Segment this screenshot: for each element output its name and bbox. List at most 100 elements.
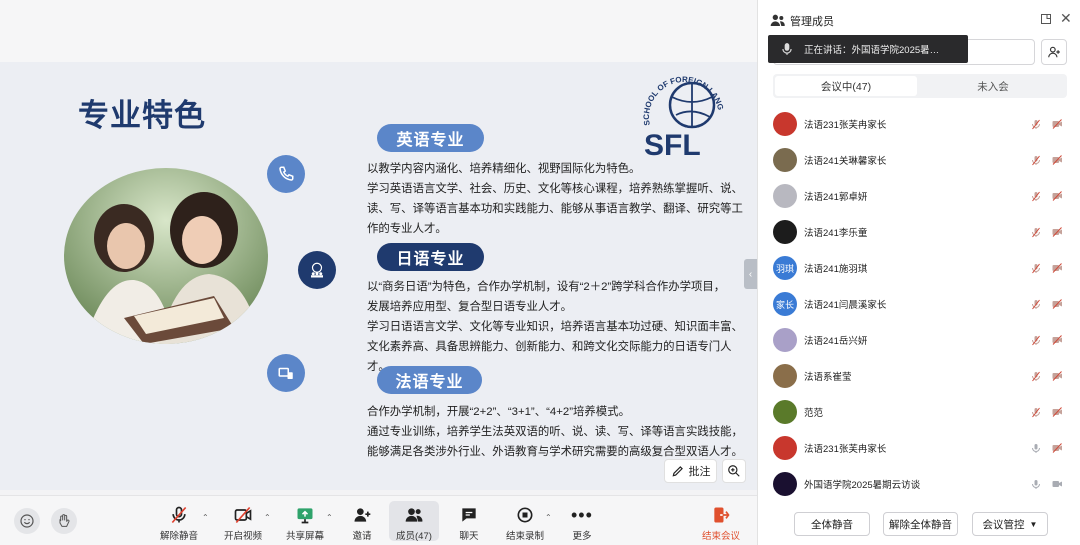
mic-icon bbox=[1032, 443, 1040, 453]
text-line: 通过专业训练，培养学生法英双语的听、说、读、写、译等语言实践技能， bbox=[367, 426, 743, 438]
hand-icon bbox=[59, 514, 70, 527]
mic-off-icon bbox=[1032, 299, 1040, 309]
video-off-icon bbox=[1052, 263, 1062, 273]
text-line: 学习日语语言文学、文化等专业知识，培养语言基本功过硬、知识面丰富、 bbox=[367, 321, 743, 333]
mic-icon bbox=[1032, 479, 1040, 489]
video-caret-icon[interactable]: ⌃ bbox=[264, 513, 271, 522]
caret-down-icon: ▼ bbox=[1029, 519, 1038, 529]
meeting-toolbar bbox=[0, 495, 757, 545]
mute-all-button[interactable]: 全体静音 bbox=[794, 512, 870, 536]
member-status-icons bbox=[1030, 118, 1064, 131]
chat-button[interactable]: 聊天 bbox=[458, 505, 480, 542]
member-row[interactable]: 法语241岳兴妍 bbox=[773, 322, 1068, 358]
invite-button[interactable]: 邀请 bbox=[351, 505, 373, 542]
tab-not-joined[interactable]: 未入会 bbox=[921, 76, 1065, 96]
member-row[interactable]: 法语系崔莹 bbox=[773, 358, 1068, 394]
member-name: 法语241闫晨溪家长 bbox=[804, 300, 887, 311]
annotate-button[interactable]: 批注 bbox=[664, 459, 717, 483]
member-row[interactable]: 法语241关琳馨家长 bbox=[773, 142, 1068, 178]
tab-in-meeting[interactable]: 会议中(47) bbox=[775, 76, 917, 96]
member-name: 法语241关琳馨家长 bbox=[804, 156, 887, 167]
member-row[interactable]: 羽琪 法语241施羽琪 bbox=[773, 250, 1068, 286]
end-meeting-button[interactable]: 结束会议 bbox=[702, 505, 740, 542]
popout-icon[interactable] bbox=[1040, 13, 1052, 25]
member-row[interactable]: 法语241郭卓妍 bbox=[773, 178, 1068, 214]
top-strip bbox=[0, 0, 757, 62]
raise-hand-button[interactable] bbox=[51, 508, 77, 534]
pen-icon bbox=[672, 466, 683, 477]
video-off-icon bbox=[1052, 191, 1062, 201]
video-off-icon bbox=[1052, 155, 1062, 165]
chat-label: 聊天 bbox=[459, 531, 479, 542]
sfl-logo: SCHOOL OF FOREIGN LANGUAGES SFL bbox=[633, 62, 728, 162]
section-text-french: 合作办学机制，开展“2+2”、“3+1”、“4+2”培养模式。 通过专业训练，培… bbox=[367, 402, 747, 462]
zoom-in-icon bbox=[728, 465, 740, 477]
invite-label: 邀请 bbox=[352, 531, 372, 542]
member-status-icons bbox=[1030, 370, 1064, 383]
emoji-button[interactable] bbox=[14, 508, 40, 534]
video-off-icon bbox=[234, 506, 252, 524]
chevron-left-icon: ‹ bbox=[748, 268, 753, 280]
avatar bbox=[773, 400, 797, 424]
meeting-controls-label: 会议管控 bbox=[982, 518, 1025, 531]
end-record-button[interactable]: 结束录制 bbox=[506, 505, 544, 542]
add-person-icon bbox=[1048, 46, 1060, 58]
phone-icon bbox=[267, 155, 305, 193]
member-name: 法语241李乐童 bbox=[804, 228, 868, 239]
students-photo bbox=[64, 168, 268, 344]
unmute-label: 解除静音 bbox=[160, 531, 199, 542]
member-row[interactable]: 法语231张芙冉家长 bbox=[773, 430, 1068, 466]
member-tabs: 会议中(47) 未入会 bbox=[773, 74, 1067, 98]
chat-icon bbox=[462, 508, 476, 522]
member-row[interactable]: 法语231张芙冉家长 bbox=[773, 106, 1068, 142]
unmute-caret-icon[interactable]: ⌃ bbox=[202, 513, 209, 522]
avatar: 羽琪 bbox=[773, 256, 797, 280]
meeting-controls-button[interactable]: 会议管控 ▼ bbox=[972, 512, 1048, 536]
video-off-icon bbox=[1052, 407, 1062, 417]
member-name: 法语241施羽琪 bbox=[804, 264, 868, 275]
annotate-label: 批注 bbox=[688, 466, 711, 478]
close-icon[interactable]: ✕ bbox=[1060, 10, 1072, 27]
avatar bbox=[773, 472, 797, 496]
more-button[interactable]: ••• 更多 bbox=[571, 505, 593, 543]
people-icon bbox=[298, 251, 336, 289]
zoom-button[interactable] bbox=[722, 459, 746, 483]
text-line: 以教学内容内涵化、培养精细化、视野国际化为特色。 bbox=[367, 163, 641, 175]
section-heading-french: 法语专业 bbox=[377, 366, 482, 394]
mic-off-icon bbox=[1032, 371, 1040, 381]
member-name: 外国语学院2025暑期云访谈 bbox=[804, 480, 921, 491]
member-row[interactable]: 法语241李乐童 bbox=[773, 214, 1068, 250]
record-caret-icon[interactable]: ⌃ bbox=[545, 513, 552, 522]
video-off-icon bbox=[1052, 443, 1062, 453]
avatar bbox=[773, 184, 797, 208]
member-name: 法语241岳兴妍 bbox=[804, 336, 868, 347]
mic-off-icon bbox=[1032, 335, 1040, 345]
collapse-panel-button[interactable]: ‹ bbox=[744, 259, 757, 289]
members-button[interactable]: 成员(47) bbox=[396, 505, 432, 542]
member-name: 法语系崔莹 bbox=[804, 372, 852, 383]
member-status-icons bbox=[1030, 154, 1064, 167]
member-row[interactable]: 范范 bbox=[773, 394, 1068, 430]
mic-off-icon bbox=[1032, 227, 1040, 237]
video-off-icon bbox=[1052, 299, 1062, 309]
share-screen-button[interactable]: 共享屏幕 bbox=[286, 505, 324, 542]
member-row[interactable]: 家长 法语241闫晨溪家长 bbox=[773, 286, 1068, 322]
record-icon bbox=[517, 507, 533, 523]
member-status-icons bbox=[1030, 478, 1064, 491]
start-video-button[interactable]: 开启视频 bbox=[224, 505, 262, 542]
share-caret-icon[interactable]: ⌃ bbox=[326, 513, 333, 522]
add-member-button[interactable] bbox=[1041, 39, 1067, 65]
mic-off-icon bbox=[1032, 155, 1040, 165]
members-panel: 管理成员 ✕ 正在讲话：外国语学院2025暑… 会议中(47) 未入会 法语23… bbox=[757, 0, 1080, 545]
video-off-icon bbox=[1052, 335, 1062, 345]
member-name: 范范 bbox=[804, 408, 824, 419]
share-screen-label: 共享屏幕 bbox=[286, 531, 325, 542]
speaking-indicator: 正在讲话：外国语学院2025暑… bbox=[768, 35, 968, 63]
mic-off-icon bbox=[1032, 407, 1040, 417]
end-record-label: 结束录制 bbox=[506, 531, 545, 542]
unmute-all-button[interactable]: 解除全体静音 bbox=[883, 512, 958, 536]
member-status-icons bbox=[1030, 190, 1064, 203]
unmute-button[interactable]: 解除静音 bbox=[160, 505, 198, 542]
members-icon bbox=[405, 508, 423, 522]
member-row[interactable]: 外国语学院2025暑期云访谈 bbox=[773, 466, 1068, 502]
